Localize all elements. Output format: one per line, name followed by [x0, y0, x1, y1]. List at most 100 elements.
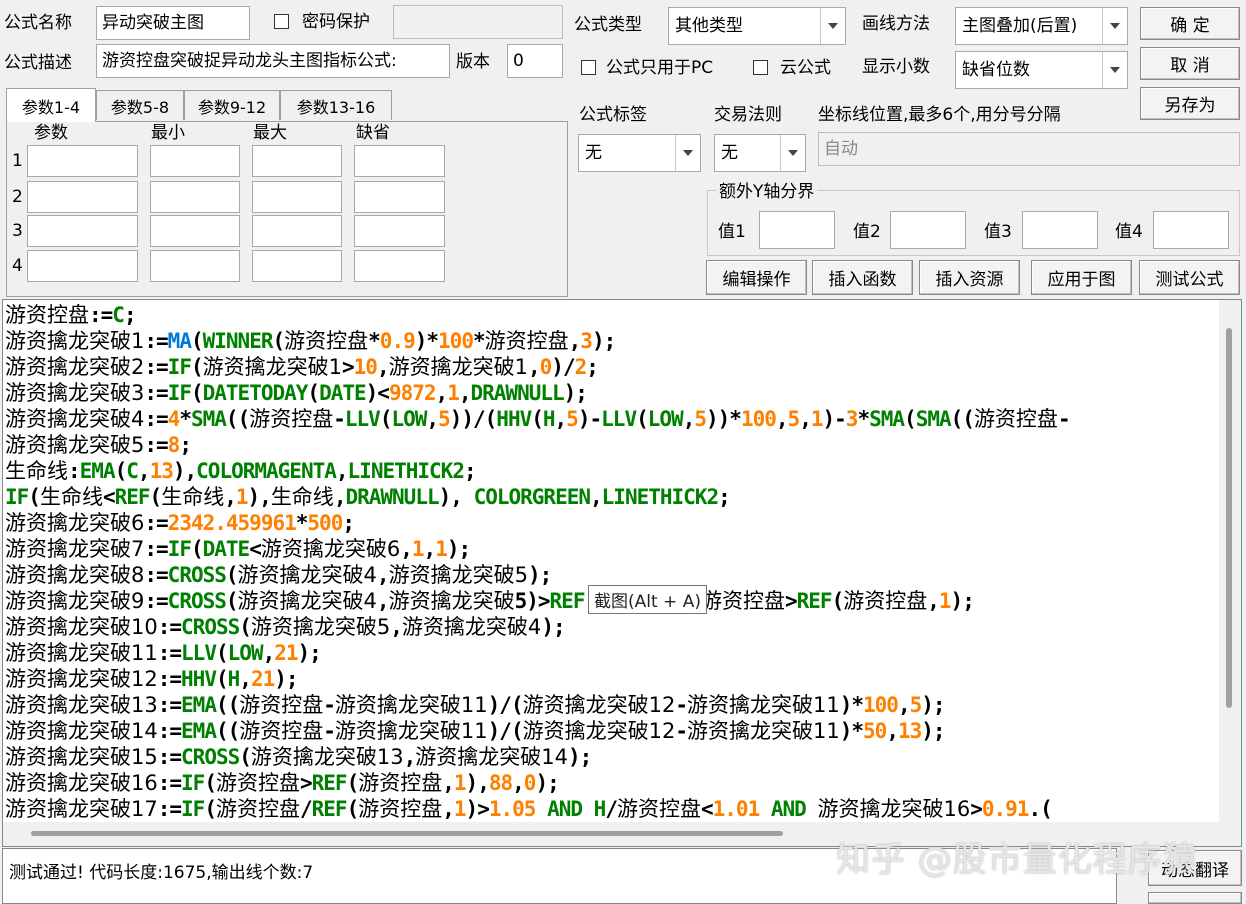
param4-min-input[interactable] — [150, 250, 240, 282]
insert-resource-button[interactable]: 插入资源 — [919, 260, 1020, 295]
param1-default-input[interactable] — [354, 145, 445, 177]
chevron-down-icon[interactable] — [675, 135, 700, 171]
y-value2-input[interactable] — [890, 211, 966, 249]
code-token: ); — [563, 381, 588, 405]
param3-min-input[interactable] — [150, 215, 240, 247]
code-line[interactable]: 游资擒龙突破13:=EMA((游资控盘-游资擒龙突破11)/(游资擒龙突破12-… — [5, 692, 1217, 718]
cancel-button[interactable]: 取 消 — [1140, 47, 1240, 80]
param2-max-input[interactable] — [252, 181, 342, 213]
code-line[interactable]: 游资控盘:=C; — [5, 302, 1217, 328]
param2-min-input[interactable] — [150, 181, 240, 213]
formula-desc-input[interactable]: 游资控盘突破捉异动龙头主图指标公式: — [96, 44, 450, 78]
code-line[interactable]: 游资擒龙突破17:=IF(游资控盘/REF(游资控盘,1)>1.05 AND H… — [5, 796, 1217, 820]
chevron-down-icon[interactable] — [1102, 52, 1127, 88]
code-line[interactable]: 游资擒龙突破6:=2342.459961*500; — [5, 510, 1217, 536]
param2-name-input[interactable] — [27, 181, 138, 213]
version-input[interactable]: 0 — [507, 44, 563, 78]
code-token: 游资擒龙突破11 — [334, 693, 488, 717]
edit-operation-button[interactable]: 编辑操作 — [706, 260, 807, 295]
test-formula-button[interactable]: 测试公式 — [1139, 260, 1240, 295]
param3-max-input[interactable] — [252, 215, 342, 247]
code-token: 游资控盘 — [843, 589, 928, 613]
code-token: 游资擒龙突破1 — [5, 329, 145, 353]
code-token: C — [112, 303, 125, 327]
code-token: 生命线 — [5, 459, 68, 483]
param3-name-input[interactable] — [27, 215, 138, 247]
extra-button[interactable] — [1148, 892, 1242, 904]
code-line[interactable]: 游资擒龙突破4:=4*SMA((游资控盘-LLV(LOW,5))/(HHV(H,… — [5, 406, 1217, 432]
code-token: ( — [831, 589, 845, 613]
code-line[interactable]: 游资擒龙突破3:=IF(DATETODAY(DATE)<9872,1,DRAWN… — [5, 380, 1217, 406]
param-header-max: 最大 — [253, 123, 287, 143]
code-token: 5 — [909, 693, 923, 717]
chevron-down-icon[interactable] — [820, 8, 845, 44]
formula-name-input[interactable]: 异动突破主图 — [96, 6, 250, 40]
code-token: 游资擒龙突破17 — [5, 797, 158, 820]
code-line[interactable]: 游资擒龙突破5:=8; — [5, 432, 1217, 458]
trade-rule-select[interactable]: 无 — [714, 134, 806, 172]
decimals-value: 缺省位数 — [962, 60, 1030, 80]
y-value4-input[interactable] — [1153, 211, 1229, 249]
code-token: > — [784, 589, 798, 613]
code-token: 10 — [353, 355, 378, 379]
param1-max-input[interactable] — [252, 145, 342, 177]
scrollbar-thumb[interactable] — [31, 831, 783, 836]
code-token: HHV — [496, 407, 532, 431]
code-line[interactable]: 游资擒龙突破2:=IF(游资擒龙突破1>10,游资擒龙突破1,0)/2; — [5, 354, 1217, 380]
code-token: (( — [950, 407, 975, 431]
scrollbar-thumb[interactable] — [1226, 328, 1232, 708]
y-value3-input[interactable] — [1022, 211, 1098, 249]
code-token: 4 — [167, 407, 181, 431]
code-editor[interactable]: 游资控盘:=C; 游资擒龙突破1:=MA(WINNER(游资控盘*0.9)*100… — [2, 299, 1242, 847]
param4-default-input[interactable] — [354, 250, 445, 282]
coord-line-input[interactable]: 自动 — [818, 132, 1240, 166]
code-token: := — [144, 589, 168, 613]
pc-only-checkbox[interactable] — [581, 60, 596, 75]
cloud-checkbox[interactable] — [753, 60, 768, 75]
tab-params-13-16[interactable]: 参数13-16 — [280, 90, 392, 120]
y-value1-input[interactable] — [759, 211, 835, 249]
chevron-down-icon[interactable] — [1102, 8, 1127, 44]
insert-function-button[interactable]: 插入函数 — [812, 260, 913, 295]
code-line[interactable]: 游资擒龙突破7:=IF(DATE<游资擒龙突破6,1,1); — [5, 536, 1217, 562]
ok-button[interactable]: 确 定 — [1140, 7, 1240, 40]
decimals-select[interactable]: 缺省位数 — [955, 51, 1128, 89]
chevron-down-icon[interactable] — [780, 135, 805, 171]
param4-name-input[interactable] — [27, 250, 138, 282]
code-token: < — [700, 797, 714, 820]
tab-params-1-4[interactable]: 参数1-4 — [6, 88, 96, 122]
param3-default-input[interactable] — [354, 215, 445, 247]
formula-tag-select[interactable]: 无 — [578, 134, 701, 172]
param1-min-input[interactable] — [150, 145, 240, 177]
param4-max-input[interactable] — [252, 250, 342, 282]
vertical-scrollbar[interactable] — [1219, 300, 1241, 822]
code-text[interactable]: 游资控盘:=C; 游资擒龙突破1:=MA(WINNER(游资控盘*0.9)*100… — [5, 302, 1217, 820]
code-line[interactable]: 游资擒龙突破12:=HHV(H,21); — [5, 666, 1217, 692]
code-token: EMA — [79, 459, 116, 483]
code-line[interactable]: IF(生命线<REF(生命线,1),生命线,DRAWNULL), COLORGR… — [5, 484, 1217, 510]
code-token: ), — [465, 771, 490, 795]
code-line[interactable]: 游资擒龙突破1:=MA(WINNER(游资控盘*0.9)*100*游资控盘,3)… — [5, 328, 1217, 354]
code-token: DATE — [202, 537, 251, 561]
param1-name-input[interactable] — [27, 145, 138, 177]
code-line[interactable]: 游资擒龙突破10:=CROSS(游资擒龙突破5,游资擒龙突破4); — [5, 614, 1217, 640]
param2-default-input[interactable] — [354, 181, 445, 213]
password-checkbox[interactable] — [274, 14, 289, 29]
formula-type-select[interactable]: 其他类型 — [668, 7, 846, 45]
draw-method-select[interactable]: 主图叠加(后置) — [955, 7, 1128, 45]
save-as-button[interactable]: 另存为 — [1140, 87, 1240, 120]
code-line[interactable]: 生命线:EMA(C,13),COLORMAGENTA,LINETHICK2; — [5, 458, 1217, 484]
code-token: := — [144, 537, 168, 561]
code-line[interactable]: 游资擒龙突破14:=EMA((游资控盘-游资擒龙突破11)/(游资擒龙突破12-… — [5, 718, 1217, 744]
code-token: CROSS — [167, 563, 227, 587]
tab-params-9-12[interactable]: 参数9-12 — [184, 90, 280, 120]
code-line[interactable]: 游资擒龙突破15:=CROSS(游资擒龙突破13,游资擒龙突破14); — [5, 744, 1217, 770]
apply-to-chart-button[interactable]: 应用于图 — [1031, 260, 1132, 295]
code-token: LOW — [391, 407, 427, 431]
code-line[interactable]: 游资擒龙突破16:=IF(游资控盘>REF(游资控盘,1),88,0); — [5, 770, 1217, 796]
password-input[interactable] — [393, 5, 563, 39]
code-token: ), — [247, 485, 272, 509]
code-line[interactable]: 游资擒龙突破11:=LLV(LOW,21); — [5, 640, 1217, 666]
code-token: 1 — [810, 407, 824, 431]
tab-params-5-8[interactable]: 参数5-8 — [96, 90, 184, 120]
